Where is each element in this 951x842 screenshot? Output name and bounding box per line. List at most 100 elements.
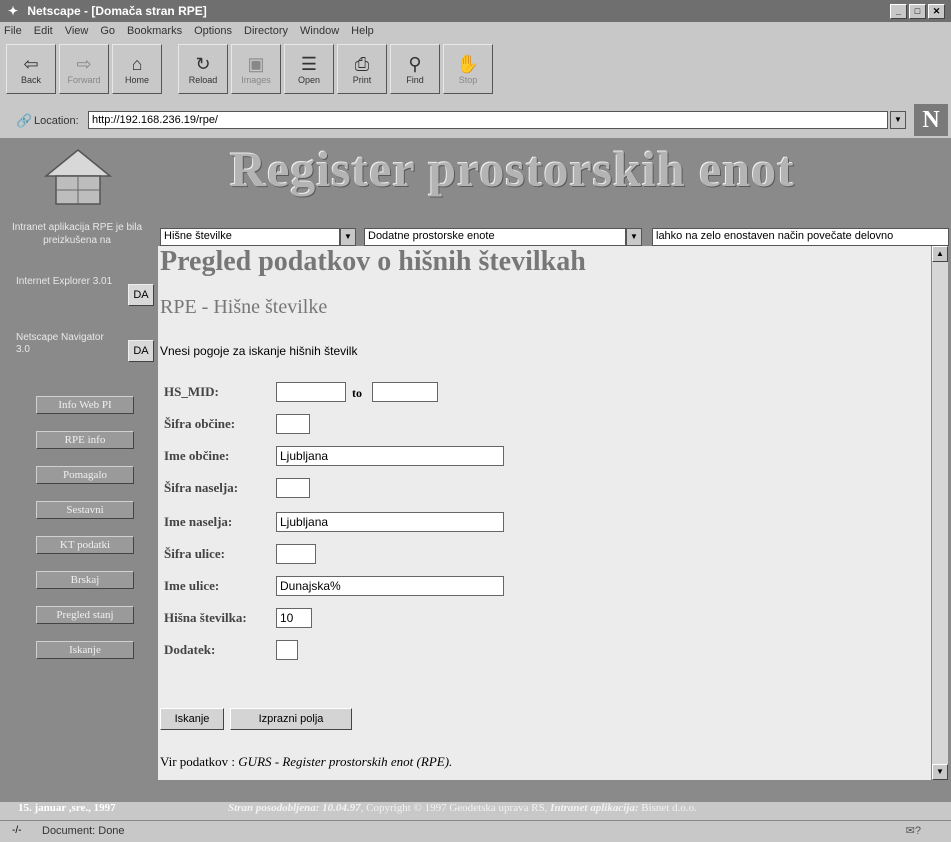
menu-directory[interactable]: Directory <box>244 22 288 41</box>
maximize-button[interactable]: □ <box>909 4 926 19</box>
page-subtitle: RPE - Hišne številke <box>160 296 328 318</box>
clear-fields-button[interactable]: Izprazni polja <box>230 708 352 730</box>
window-controls: _ □ ✕ <box>890 4 945 19</box>
copyright-text: Copyright © 1997 Geodetska uprava RS, <box>366 802 548 814</box>
browser-name: Internet Explorer 3.01 <box>16 276 113 287</box>
home-icon: ⌂ <box>131 54 143 74</box>
hisna-stevilka-input[interactable] <box>276 608 312 628</box>
frame-select-1[interactable]: Hišne številke <box>160 228 340 246</box>
ime-obcine-input[interactable] <box>276 446 504 466</box>
menu-view[interactable]: View <box>65 22 89 41</box>
back-button[interactable]: ⇦ Back <box>6 44 56 94</box>
house-logo-icon <box>43 149 113 205</box>
browser-row-ie: Internet Explorer 3.01 DA <box>16 276 156 310</box>
location-bar: 🔗 Location: ▼ <box>0 108 951 134</box>
forward-button[interactable]: ⇨ Forward <box>59 44 109 94</box>
nav-button-3[interactable]: Pomagalo <box>36 466 134 484</box>
frame-select-2[interactable]: Dodatne prostorske enote <box>364 228 626 246</box>
reload-label: Reload <box>188 75 218 85</box>
sifra-naselja-input[interactable] <box>276 478 310 498</box>
location-input[interactable] <box>88 111 888 129</box>
status-bar: -/- Document: Done ✉? <box>0 820 951 842</box>
print-label: Print <box>352 75 372 85</box>
mail-icon[interactable]: ✉? <box>906 821 921 841</box>
dodatek-label: Dodatek: <box>164 642 216 657</box>
search-button[interactable]: Iskanje <box>160 708 224 730</box>
toolbar: ⇦ Back ⇨ Forward ⌂ Home ↻ Reload ▣ Image… <box>6 44 493 96</box>
window-title: Netscape - [Domača stran RPE] <box>27 4 207 18</box>
app-vendor: Bisnet d.o.o. <box>641 802 697 814</box>
link-icon: 🔗 <box>16 113 33 128</box>
images-icon: ▣ <box>247 54 265 74</box>
scroll-down-icon[interactable]: ▼ <box>932 764 948 780</box>
open-icon: ☰ <box>300 54 318 74</box>
nav-button-1[interactable]: Info Web PI <box>36 396 134 414</box>
security-key-icon: -/- <box>12 825 22 836</box>
back-label: Back <box>20 75 41 85</box>
nav-button-4[interactable]: Sestavni <box>36 501 134 519</box>
main-frame: Pregled podatkov o hišnih številkah RPE … <box>158 246 931 780</box>
forward-label: Forward <box>67 75 101 85</box>
forward-arrow-icon: ⇨ <box>76 54 92 74</box>
ime-obcine-label: Ime občine: <box>164 448 230 463</box>
dodatek-input[interactable] <box>276 640 298 660</box>
nav-button-7[interactable]: Pregled stanj <box>36 606 134 624</box>
data-source: Vir podatkov : GURS - Register prostorsk… <box>160 754 452 770</box>
netscape-app-icon: ✦ <box>7 4 19 18</box>
open-button[interactable]: ☰ Open <box>284 44 334 94</box>
hs-mid-label: HS_MID: <box>164 384 219 399</box>
data-source-label: Vir podatkov : <box>160 754 236 769</box>
close-button[interactable]: ✕ <box>928 4 945 19</box>
chevron-down-icon[interactable]: ▼ <box>626 228 642 246</box>
nav-button-2[interactable]: RPE info <box>36 431 134 449</box>
hs-mid-to-input[interactable] <box>372 382 438 402</box>
menu-bookmarks[interactable]: Bookmarks <box>127 22 182 41</box>
browser-badge: DA <box>128 284 154 306</box>
menu-bar: File Edit View Go Bookmarks Options Dire… <box>0 22 951 41</box>
ime-ulice-input[interactable] <box>276 576 504 596</box>
ime-naselja-label: Ime naselja: <box>164 514 233 529</box>
location-dropdown-icon[interactable]: ▼ <box>890 111 906 129</box>
sidebar-note: Intranet aplikacija RPE je bila preizkuš… <box>11 222 143 246</box>
vertical-scrollbar[interactable]: ▲ ▼ <box>931 246 948 780</box>
nav-button-6[interactable]: Brskaj <box>36 571 134 589</box>
app-label: Intranet aplikacija: <box>550 802 639 814</box>
find-label: Find <box>406 75 424 85</box>
frame-select-3[interactable]: lahko na zelo enostaven način povečate d… <box>652 228 949 246</box>
sifra-obcine-input[interactable] <box>276 414 310 434</box>
minimize-button[interactable]: _ <box>890 4 907 19</box>
images-label: Images <box>241 75 271 85</box>
credit-line: Stran posodobljena: 10.04.97, Copyright … <box>228 802 697 814</box>
chevron-down-icon[interactable]: ▼ <box>340 228 356 246</box>
home-button[interactable]: ⌂ Home <box>112 44 162 94</box>
reload-button[interactable]: ↻ Reload <box>178 44 228 94</box>
stop-label: Stop <box>458 75 478 85</box>
home-label: Home <box>124 75 149 85</box>
sifra-ulice-label: Šifra ulice: <box>164 546 226 561</box>
nav-button-5[interactable]: KT podatki <box>36 536 134 554</box>
stop-button[interactable]: ✋ Stop <box>443 44 493 94</box>
intro-text: Vnesi pogoje za iskanje hišnih številk <box>160 344 358 358</box>
menu-edit[interactable]: Edit <box>34 22 53 41</box>
menu-go[interactable]: Go <box>100 22 115 41</box>
images-button[interactable]: ▣ Images <box>231 44 281 94</box>
netscape-logo: N <box>914 104 948 136</box>
print-button[interactable]: ⎙ Print <box>337 44 387 94</box>
reload-icon: ↻ <box>195 54 211 74</box>
find-button[interactable]: ⚲ Find <box>390 44 440 94</box>
ime-naselja-input[interactable] <box>276 512 504 532</box>
browser-badge: DA <box>128 340 154 362</box>
banner-title: Register prostorskih enot <box>230 141 795 197</box>
menu-file[interactable]: File <box>4 22 22 41</box>
data-source-value: GURS - Register prostorskih enot (RPE). <box>238 754 453 769</box>
sifra-ulice-input[interactable] <box>276 544 316 564</box>
nav-button-8[interactable]: Iskanje <box>36 641 134 659</box>
hisna-stevilka-label: Hišna številka: <box>164 610 247 625</box>
menu-options[interactable]: Options <box>194 22 232 41</box>
scroll-up-icon[interactable]: ▲ <box>932 246 948 262</box>
menu-help[interactable]: Help <box>351 22 374 41</box>
window-titlebar: ✦ Netscape - [Domača stran RPE] _ □ ✕ <box>0 0 951 22</box>
hs-mid-from-input[interactable] <box>276 382 346 402</box>
stop-icon: ✋ <box>456 54 480 74</box>
menu-window[interactable]: Window <box>300 22 339 41</box>
